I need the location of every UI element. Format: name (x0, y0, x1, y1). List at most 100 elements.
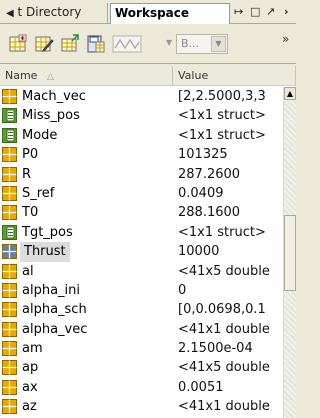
stack-selector[interactable]: B... ▼ (176, 34, 228, 54)
table-row[interactable]: ax 0.0051 (0, 378, 283, 397)
variable-name: Mach_vec (22, 89, 86, 104)
table-row[interactable]: Tgt_pos <1x1 struct> (0, 223, 283, 242)
matrix-variable-icon (2, 263, 17, 279)
variable-value: <41x5 double (178, 360, 270, 376)
undock-icon[interactable]: ↦ (234, 4, 243, 20)
variable-name: T0 (22, 205, 39, 221)
table-row[interactable]: alpha_sch [0,0.0698,0.1 (0, 300, 283, 319)
variable-value: 101325 (178, 147, 228, 163)
tab-current-directory-label: t Directory (17, 5, 82, 19)
variable-name: Tgt_pos (22, 224, 73, 240)
table-row[interactable]: R 287.2600 (0, 165, 283, 184)
table-header: Name △ Value (0, 66, 296, 86)
table-row[interactable]: alpha_ini 0 (0, 281, 283, 300)
variable-name: ap (22, 360, 39, 376)
struct-variable-icon (2, 224, 17, 240)
matrix-variable-icon (2, 205, 17, 221)
column-header-name[interactable]: Name △ (0, 66, 173, 86)
tab-workspace-label: Workspace (115, 6, 190, 20)
table-row[interactable]: al <41x5 double (0, 262, 283, 281)
chevron-down-icon[interactable]: ▼ (211, 36, 226, 52)
new-variable-icon[interactable] (8, 34, 28, 54)
stack-selector-value: B... (181, 37, 200, 50)
save-icon[interactable] (86, 34, 106, 54)
plot-dropdown-icon[interactable]: ▼ (166, 38, 172, 47)
matrix-variable-icon (2, 399, 17, 415)
struct-variable-icon (2, 108, 17, 124)
pin-icon[interactable]: ↗ (266, 4, 275, 20)
table-row[interactable]: ap <41x5 double (0, 358, 283, 377)
table-row[interactable]: Miss_pos <1x1 struct> (0, 106, 283, 125)
matrix-variable-icon (2, 282, 17, 298)
variable-name: R (22, 166, 32, 182)
variable-name: Miss_pos (22, 108, 80, 124)
variable-name: Thrust (20, 242, 70, 262)
table-row[interactable]: T0 288.1600 (0, 203, 283, 222)
open-selection-icon[interactable] (34, 34, 54, 54)
variable-value: <41x5 double (178, 263, 270, 279)
workspace-toolbar: ▼ B... ▼ » (0, 24, 296, 64)
variable-value: [0,0.0698,0.1 (178, 302, 266, 318)
table-row[interactable]: Mode <1x1 struct> (0, 126, 283, 145)
variable-value: 0 (178, 282, 187, 298)
matrix-variable-icon (2, 379, 17, 395)
variable-name: az (22, 399, 37, 415)
table-row[interactable]: P0 101325 (0, 145, 283, 164)
table-row[interactable]: az <41x1 double (0, 397, 283, 416)
variable-value: <1x1 struct> (178, 224, 266, 240)
variable-value: 10000 (178, 244, 220, 260)
variable-value: 2.1500e-04 (178, 341, 253, 357)
plot-icon[interactable] (112, 34, 148, 54)
variable-value: [2,2.5000,3,3 (178, 89, 266, 104)
matrix-variable-icon (2, 89, 17, 104)
tab-workspace[interactable]: Workspace (110, 3, 230, 25)
column-header-value-label: Value (178, 69, 209, 82)
vertical-scrollbar[interactable]: ▲ (283, 87, 296, 418)
maximize-icon[interactable]: □ (250, 4, 260, 20)
variable-name: Mode (22, 127, 58, 143)
matrix-variable-icon (2, 244, 17, 260)
scroll-up-arrow-icon[interactable]: ▲ (284, 87, 296, 100)
matrix-variable-icon (2, 166, 17, 182)
variable-name: alpha_sch (22, 302, 87, 318)
sort-ascending-icon: △ (46, 72, 54, 82)
variable-value: <1x1 struct> (178, 108, 266, 124)
matrix-variable-icon (2, 341, 17, 357)
column-header-value[interactable]: Value (173, 66, 296, 86)
tab-strip: ◀ t Directory Workspace ↦ □ ↗ › (0, 0, 296, 25)
variable-name: al (22, 263, 34, 279)
variable-name: S_ref (22, 185, 55, 201)
table-row[interactable]: S_ref 0.0409 (0, 184, 283, 203)
variable-name: alpha_vec (22, 321, 88, 337)
import-data-icon[interactable] (60, 34, 80, 54)
variable-value: 288.1600 (178, 205, 241, 221)
variable-name: ax (22, 379, 38, 395)
struct-variable-icon (2, 127, 17, 143)
workspace-variable-table: Name △ Value Mach_vec [2,2.5000,3,3 Miss_p… (0, 66, 296, 418)
variable-name: am (22, 341, 43, 357)
matrix-variable-icon (2, 147, 17, 163)
toolbar-overflow-icon[interactable]: » (282, 32, 289, 46)
column-header-name-label: Name (5, 69, 38, 82)
matrix-variable-icon (2, 360, 17, 376)
tab-current-directory[interactable]: ◀ t Directory (2, 3, 108, 24)
variable-value: 287.2600 (178, 166, 241, 182)
variable-value: 0.0051 (178, 379, 224, 395)
variable-name: P0 (22, 147, 39, 163)
table-row[interactable]: am 2.1500e-04 (0, 339, 283, 358)
scroll-left-arrow-icon[interactable]: ◀ (6, 8, 14, 19)
variable-value: <41x1 double (178, 321, 270, 337)
variable-value: <1x1 struct> (178, 127, 266, 143)
scroll-right-arrow-icon[interactable]: › (284, 4, 289, 20)
scrollbar-thumb[interactable] (284, 215, 296, 291)
variable-value: <41x1 double (178, 399, 270, 415)
matrix-variable-icon (2, 321, 17, 337)
matrix-variable-icon (2, 185, 17, 201)
table-row[interactable]: alpha_vec <41x1 double (0, 320, 283, 339)
variable-name: alpha_ini (22, 282, 80, 298)
table-row[interactable]: Mach_vec [2,2.5000,3,3 (0, 87, 283, 106)
matrix-variable-icon (2, 302, 17, 318)
variable-list: Mach_vec [2,2.5000,3,3 Miss_pos <1x1 struct… (0, 87, 283, 417)
variable-value: 0.0409 (178, 185, 224, 201)
table-row[interactable]: Thrust 10000 (0, 242, 283, 262)
